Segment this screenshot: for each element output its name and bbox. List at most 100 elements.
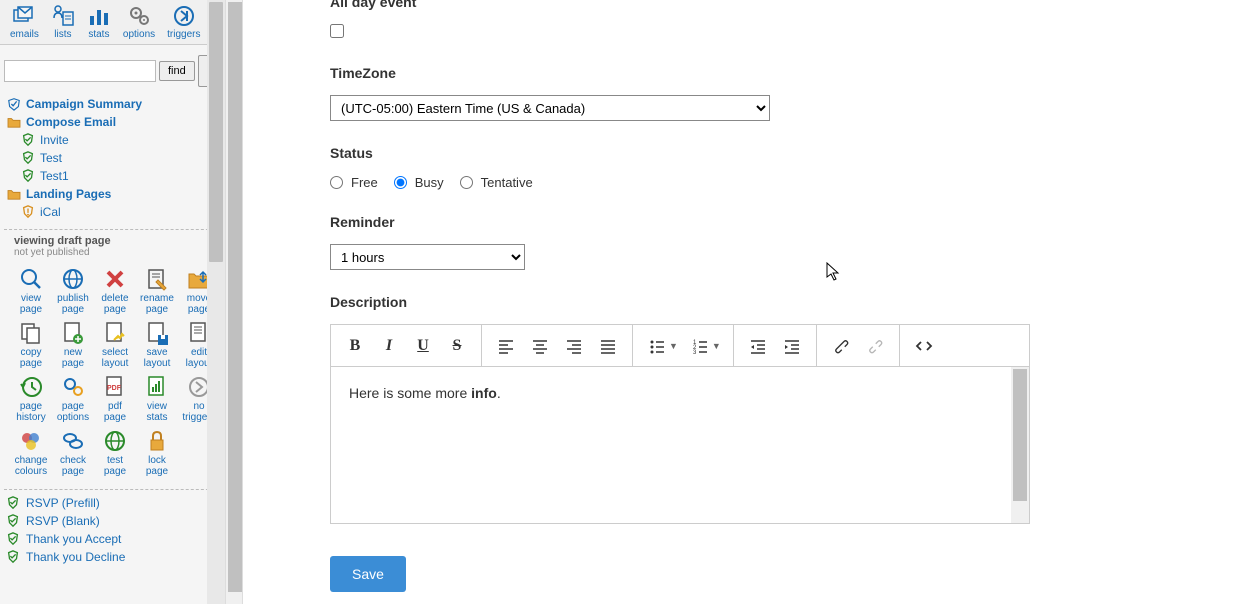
- tree-label: Test1: [40, 169, 69, 183]
- top-tabs: emails lists stats options triggers: [0, 0, 225, 45]
- timezone-select[interactable]: (UTC-05:00) Eastern Time (US & Canada): [330, 95, 770, 121]
- tree-compose-email[interactable]: Compose Email: [4, 113, 225, 131]
- align-justify-button[interactable]: [592, 330, 624, 362]
- emails-icon: [12, 4, 36, 28]
- link-icon: [832, 337, 850, 355]
- tree-test[interactable]: Test: [18, 149, 225, 167]
- chevron-down-icon[interactable]: ▼: [712, 341, 721, 351]
- select-layout-icon: [102, 320, 128, 346]
- radio-tentative[interactable]: Tentative: [460, 175, 533, 190]
- editor-scrollbar[interactable]: [1011, 367, 1029, 523]
- scrollbar-thumb[interactable]: [209, 2, 223, 262]
- tool-copy-page[interactable]: copypage: [10, 318, 52, 371]
- bullet-list-icon: [648, 337, 666, 355]
- shield-warn-icon: [20, 205, 36, 219]
- shield-icon: [20, 133, 36, 147]
- scrollbar-thumb[interactable]: [228, 2, 242, 592]
- indent-button[interactable]: [776, 330, 808, 362]
- tree-campaign-summary[interactable]: Campaign Summary: [4, 95, 225, 113]
- tool-change-colours[interactable]: changecolours: [10, 426, 52, 479]
- description-bold: info: [471, 385, 497, 401]
- tool-new-page[interactable]: newpage: [52, 318, 94, 371]
- align-left-button[interactable]: [490, 330, 522, 362]
- tool-delete-page[interactable]: deletepage: [94, 264, 136, 317]
- radio-free[interactable]: Free: [330, 175, 378, 190]
- radio-tentative-input[interactable]: [460, 176, 473, 189]
- bold-button[interactable]: B: [339, 330, 371, 362]
- tree-label: Landing Pages: [26, 187, 111, 201]
- find-button[interactable]: find: [159, 61, 195, 81]
- align-right-icon: [565, 337, 583, 355]
- main-scrollbar[interactable]: [225, 0, 243, 604]
- tool-rename-page[interactable]: renamepage: [136, 264, 178, 317]
- reminder-select[interactable]: 1 hours: [330, 244, 525, 270]
- tree-ical[interactable]: iCal: [18, 203, 225, 221]
- shield-icon: [20, 169, 36, 183]
- editor-body[interactable]: Here is some more info.: [331, 367, 1029, 523]
- align-right-button[interactable]: [558, 330, 590, 362]
- outdent-button[interactable]: [742, 330, 774, 362]
- sidebar-scrollbar[interactable]: [207, 0, 225, 604]
- tool-save-layout[interactable]: savelayout: [136, 318, 178, 371]
- tree-invite[interactable]: Invite: [18, 131, 225, 149]
- tree-label: iCal: [40, 205, 61, 219]
- tool-view-page[interactable]: viewpage: [10, 264, 52, 317]
- tab-options[interactable]: options: [117, 2, 161, 44]
- italic-button[interactable]: I: [373, 330, 405, 362]
- copy-page-icon: [18, 320, 44, 346]
- search-input[interactable]: [4, 60, 156, 82]
- tool-page-options[interactable]: pageoptions: [52, 372, 94, 425]
- tool-test-page[interactable]: testpage: [94, 426, 136, 479]
- description-text: Here is some more: [349, 385, 471, 401]
- tab-stats[interactable]: stats: [81, 2, 117, 44]
- tool-grid: viewpage publishpage deletepage renamepa…: [0, 262, 225, 487]
- underline-button[interactable]: U: [407, 330, 439, 362]
- lists-icon: [51, 4, 75, 28]
- tab-triggers[interactable]: triggers: [161, 2, 206, 44]
- tool-pdf-page[interactable]: PDFpdfpage: [94, 372, 136, 425]
- unlink-button[interactable]: [859, 330, 891, 362]
- rename-page-icon: [144, 266, 170, 292]
- tree-test1[interactable]: Test1: [18, 167, 225, 185]
- triggers-icon: [172, 4, 196, 28]
- tab-lists[interactable]: lists: [45, 2, 81, 44]
- all-day-checkbox[interactable]: [330, 24, 344, 38]
- nav-tree: Campaign Summary Compose Email Invite Te…: [0, 93, 225, 227]
- description-after: .: [497, 385, 501, 401]
- tab-emails[interactable]: emails: [4, 2, 45, 44]
- shield-icon: [6, 532, 22, 546]
- tool-lock-page[interactable]: lockpage: [136, 426, 178, 479]
- new-page-icon: [60, 320, 86, 346]
- rsvp-prefill[interactable]: RSVP (Prefill): [4, 494, 225, 512]
- tool-select-layout[interactable]: selectlayout: [94, 318, 136, 371]
- radio-free-input[interactable]: [330, 176, 343, 189]
- tree-label: Test: [40, 151, 62, 165]
- align-center-button[interactable]: [524, 330, 556, 362]
- tool-publish-page[interactable]: publishpage: [52, 264, 94, 317]
- search-row: find show all: [0, 45, 225, 93]
- radio-busy-input[interactable]: [394, 176, 407, 189]
- tool-page-history[interactable]: pagehistory: [10, 372, 52, 425]
- tab-triggers-label: triggers: [167, 29, 200, 40]
- view-page-icon: [18, 266, 44, 292]
- tool-view-stats[interactable]: viewstats: [136, 372, 178, 425]
- folder-icon: [6, 115, 22, 129]
- tool-check-page[interactable]: checkpage: [52, 426, 94, 479]
- radio-busy[interactable]: Busy: [394, 175, 444, 190]
- scrollbar-thumb[interactable]: [1013, 369, 1027, 501]
- tree-landing-pages[interactable]: Landing Pages: [4, 185, 225, 203]
- save-button[interactable]: Save: [330, 556, 406, 592]
- delete-page-icon: [102, 266, 128, 292]
- rsvp-label: RSVP (Blank): [26, 514, 100, 528]
- rsvp-thank-accept[interactable]: Thank you Accept: [4, 530, 225, 548]
- rsvp-blank[interactable]: RSVP (Blank): [4, 512, 225, 530]
- tree-label: Invite: [40, 133, 69, 147]
- rsvp-thank-decline[interactable]: Thank you Decline: [4, 548, 225, 566]
- source-button[interactable]: [908, 330, 940, 362]
- chevron-down-icon[interactable]: ▼: [669, 341, 678, 351]
- link-button[interactable]: [825, 330, 857, 362]
- strike-button[interactable]: S: [441, 330, 473, 362]
- stats-icon: [87, 4, 111, 28]
- rsvp-label: Thank you Accept: [26, 532, 121, 546]
- rsvp-label: Thank you Decline: [26, 550, 125, 564]
